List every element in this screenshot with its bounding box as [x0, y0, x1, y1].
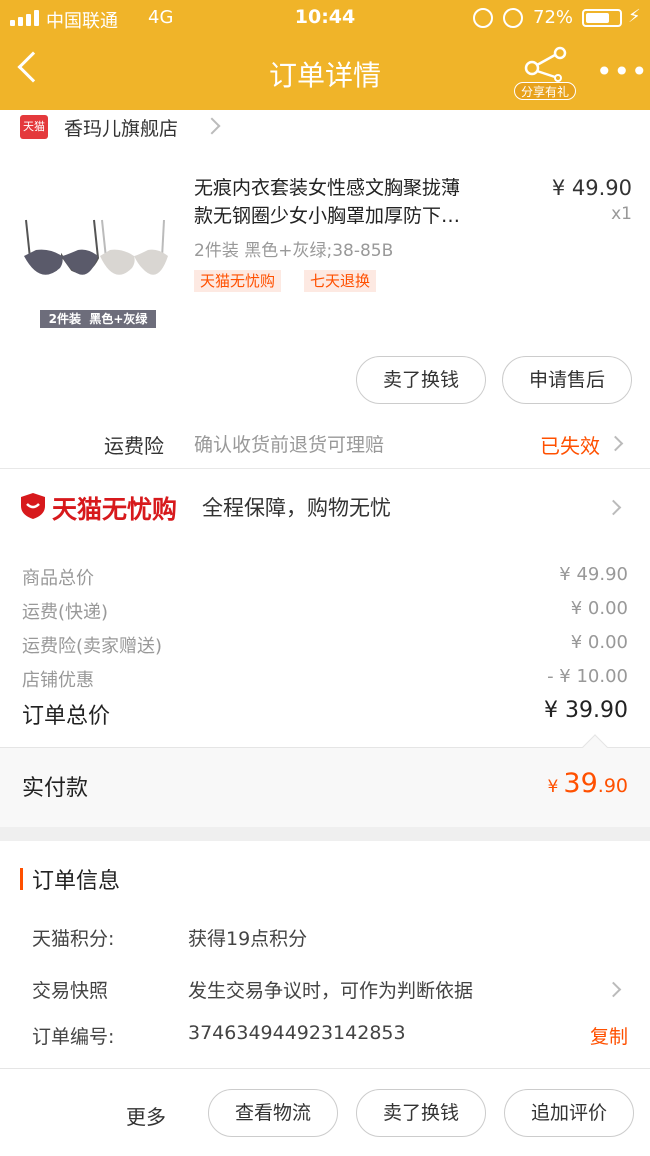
order-info-title: 订单信息	[32, 869, 121, 894]
price-label: 运费(快递)	[22, 602, 109, 623]
insurance-desc: 确认收货前退货可理赔	[194, 434, 385, 456]
shop-row[interactable]: 天猫 香玛儿旗舰店	[0, 110, 650, 148]
sell-button-bottom[interactable]: 卖了换钱	[356, 1089, 486, 1137]
paid-value: ¥ 39.90	[548, 768, 629, 799]
shop-name[interactable]: 香玛儿旗舰店	[64, 114, 178, 141]
order-total-row: 订单总价 ¥ 39.90	[0, 698, 650, 729]
chevron-right-icon	[605, 499, 622, 516]
paid-label: 实付款	[22, 776, 89, 801]
top-bar: 中国联通 4G 10:44 72% ⚡ 订单详情 分享有礼 •••	[0, 0, 650, 110]
battery-percent: 72%	[533, 7, 574, 28]
price-row-insurance: 运费险(卖家赠送) ¥ 0.00	[0, 630, 650, 660]
price-row-shipping: 运费(快递) ¥ 0.00	[0, 596, 650, 626]
tmall-assure-row[interactable]: 天猫无忧购 全程保障，购物无忧	[0, 480, 650, 534]
product-price: ¥ 49.90	[551, 176, 632, 200]
share-label: 分享有礼	[514, 82, 576, 100]
product-sku: 2件装 黑色+灰绿;38-85B	[194, 241, 394, 261]
order-info-header: 订单信息	[0, 860, 650, 900]
order-number: 374634944923142853	[188, 1022, 406, 1044]
info-row-snapshot[interactable]: 交易快照 发生交易争议时，可作为判断依据	[0, 972, 650, 1006]
price-value: - ¥ 10.00	[547, 666, 628, 687]
share-icon	[524, 46, 567, 82]
charging-icon: ⚡	[628, 6, 641, 27]
product-item[interactable]: 2件装 黑色+灰绿 无痕内衣套装女性感文胸聚拢薄 款无钢圈少女小胸罩加厚防下… …	[0, 160, 650, 340]
insurance-label: 运费险	[104, 434, 164, 458]
currency: ¥	[547, 777, 559, 797]
paid-dec: .90	[597, 775, 628, 797]
add-review-button[interactable]: 追加评价	[504, 1089, 634, 1137]
image-caption: 2件装 黑色+灰绿	[48, 312, 148, 326]
bottom-action-bar: 更多 查看物流 卖了换钱 追加评价	[0, 1068, 650, 1156]
info-label: 天猫积分:	[32, 928, 115, 950]
price-value: ¥ 0.00	[570, 632, 628, 653]
share-button[interactable]: 分享有礼	[514, 46, 576, 102]
info-value: 发生交易争议时，可作为判断依据	[188, 980, 474, 1002]
battery-icon	[582, 9, 622, 27]
paid-row: 实付款 ¥ 39.90	[0, 734, 650, 827]
insurance-status: 已失效	[540, 434, 600, 458]
product-title[interactable]: 无痕内衣套装女性感文胸聚拢薄 款无钢圈少女小胸罩加厚防下…	[194, 174, 524, 230]
price-value: ¥ 0.00	[570, 598, 628, 619]
paid-int: 39	[563, 768, 598, 799]
copy-button[interactable]: 复制	[590, 1022, 628, 1049]
product-title-line2: 款无钢圈少女小胸罩加厚防下…	[194, 205, 461, 227]
assure-brand: 天猫无忧购	[52, 495, 178, 524]
price-label: 运费险(卖家赠送)	[22, 636, 163, 657]
tag-seven-day-return: 七天退换	[304, 270, 377, 292]
more-menu-icon[interactable]: •••	[596, 58, 649, 86]
tag-tmall-assure: 天猫无忧购	[194, 270, 282, 292]
product-title-line1: 无痕内衣套装女性感文胸聚拢薄	[194, 177, 461, 199]
status-bar: 中国联通 4G 10:44 72% ⚡	[0, 0, 650, 36]
divider	[0, 468, 650, 469]
product-qty: x1	[611, 204, 632, 224]
sell-button[interactable]: 卖了换钱	[356, 356, 486, 404]
total-label: 订单总价	[22, 704, 111, 729]
price-label: 商品总价	[22, 568, 94, 589]
caret	[582, 734, 608, 760]
product-image[interactable]: 2件装 黑色+灰绿	[18, 200, 172, 330]
tmall-badge: 天猫	[20, 115, 48, 139]
section-gap	[0, 827, 650, 841]
after-sale-button[interactable]: 申请售后	[502, 356, 632, 404]
rotation-lock-icon	[473, 8, 493, 28]
section-accent-bar	[20, 868, 23, 890]
chevron-right-icon	[607, 435, 624, 452]
alarm-icon	[503, 8, 523, 28]
shield-icon	[21, 493, 45, 519]
price-label: 店铺优惠	[22, 670, 94, 691]
price-row-discount: 店铺优惠 - ¥ 10.00	[0, 664, 650, 694]
assure-text: 全程保障，购物无忧	[202, 496, 391, 520]
info-label: 交易快照	[32, 980, 109, 1002]
price-value: ¥ 49.90	[559, 564, 628, 585]
info-row-order-number: 订单编号: 374634944923142853 复制	[0, 1018, 650, 1052]
chevron-right-icon	[203, 117, 221, 135]
chevron-right-icon	[605, 981, 622, 998]
info-label: 订单编号:	[32, 1026, 115, 1048]
view-logistics-button[interactable]: 查看物流	[208, 1089, 338, 1137]
total-value: ¥ 39.90	[544, 698, 628, 723]
shipping-insurance-row[interactable]: 运费险 确认收货前退货可理赔 已失效	[0, 420, 650, 468]
info-value: 获得19点积分	[188, 928, 308, 950]
more-button[interactable]: 更多	[126, 1101, 166, 1130]
info-row-points: 天猫积分: 获得19点积分	[0, 920, 650, 954]
price-row-goods: 商品总价 ¥ 49.90	[0, 562, 650, 592]
